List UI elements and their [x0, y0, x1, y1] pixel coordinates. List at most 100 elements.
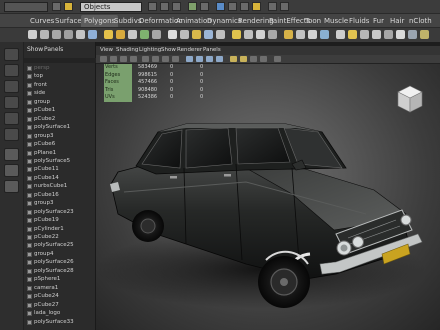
- outliner-item[interactable]: group3: [24, 132, 96, 140]
- outliner-item[interactable]: persp: [24, 64, 96, 72]
- mirror-geometry-icon[interactable]: [360, 30, 369, 39]
- poly-cylinder-icon[interactable]: [52, 30, 61, 39]
- outliner-item[interactable]: top: [24, 72, 96, 80]
- offset-edge-loop-icon[interactable]: [244, 30, 253, 39]
- high-quality-icon[interactable]: [274, 56, 281, 62]
- tab-fur[interactable]: Fur: [370, 15, 387, 27]
- outliner-item[interactable]: camera1: [24, 284, 96, 292]
- outliner-item[interactable]: pCube19: [24, 216, 96, 224]
- automatic-mapping-icon[interactable]: [308, 30, 317, 39]
- outliner-item[interactable]: polySurface1: [24, 123, 96, 131]
- snap-curve-icon[interactable]: [160, 2, 169, 11]
- bookmark-icon[interactable]: [120, 56, 127, 62]
- poly-sphere-icon[interactable]: [28, 30, 37, 39]
- smooth-shade-icon[interactable]: [196, 56, 203, 62]
- outliner-item[interactable]: pCube24: [24, 292, 96, 300]
- scale-tool-icon[interactable]: [4, 128, 19, 141]
- outliner-item[interactable]: pCube11: [24, 165, 96, 173]
- outliner-item[interactable]: pSphere1: [24, 275, 96, 283]
- poly-cube-icon[interactable]: [40, 30, 49, 39]
- menu-set-dropdown[interactable]: [4, 2, 48, 12]
- outliner-item[interactable]: polySurface5: [24, 157, 96, 165]
- open-scene-icon[interactable]: [64, 2, 73, 11]
- combine-icon[interactable]: [104, 30, 113, 39]
- select-tool-icon[interactable]: [4, 48, 19, 61]
- separate-icon[interactable]: [116, 30, 125, 39]
- poly-torus-icon[interactable]: [88, 30, 97, 39]
- soften-edge-icon[interactable]: [336, 30, 345, 39]
- outliner-item[interactable]: pCube16: [24, 191, 96, 199]
- poly-plane-icon[interactable]: [76, 30, 85, 39]
- extrude-icon[interactable]: [168, 30, 177, 39]
- render-settings-icon[interactable]: [252, 2, 261, 11]
- outliner-item[interactable]: pCube14: [24, 174, 96, 182]
- harden-edge-icon[interactable]: [348, 30, 357, 39]
- outliner-item[interactable]: group4: [24, 250, 96, 258]
- render-frame-icon[interactable]: [228, 2, 237, 11]
- extract-icon[interactable]: [128, 30, 137, 39]
- xray-icon[interactable]: [216, 56, 223, 62]
- bevel-icon[interactable]: [192, 30, 201, 39]
- persp-outliner-layout-icon[interactable]: [4, 180, 19, 193]
- triangulate-icon[interactable]: [372, 30, 381, 39]
- object-filter-field[interactable]: Objects: [80, 2, 142, 12]
- component-mode-icon[interactable]: [280, 2, 289, 11]
- tab-ncloth[interactable]: nCloth: [406, 15, 435, 27]
- wireframe-icon[interactable]: [186, 56, 193, 62]
- shadows-icon[interactable]: [240, 56, 247, 62]
- planar-mapping-icon[interactable]: [296, 30, 305, 39]
- texture-icon[interactable]: [250, 56, 257, 62]
- outliner-item[interactable]: polySurface25: [24, 241, 96, 249]
- four-view-layout-icon[interactable]: [4, 164, 19, 177]
- reduce-icon[interactable]: [152, 30, 161, 39]
- viewport-menu-lighting[interactable]: Lighting: [139, 46, 161, 55]
- paint-select-tool-icon[interactable]: [4, 80, 19, 93]
- render-view-icon[interactable]: [216, 2, 225, 11]
- viewport-menu-panels[interactable]: Panels: [203, 46, 221, 55]
- paint-tool-icon[interactable]: [420, 30, 429, 39]
- bridge-icon[interactable]: [180, 30, 189, 39]
- merge-icon[interactable]: [204, 30, 213, 39]
- viewport-menu-renderer[interactable]: Renderer: [177, 46, 202, 55]
- outliner-item[interactable]: side: [24, 89, 96, 97]
- single-view-layout-icon[interactable]: [4, 148, 19, 161]
- select-camera-icon[interactable]: [100, 56, 107, 62]
- tab-fluids[interactable]: Fluids: [346, 15, 372, 27]
- outliner-item[interactable]: pCube27: [24, 301, 96, 309]
- gate-mask-icon[interactable]: [172, 56, 179, 62]
- outliner-menu-panels[interactable]: Panels: [44, 46, 63, 53]
- outliner-item[interactable]: pPlane1: [24, 149, 96, 157]
- history-icon[interactable]: [188, 2, 197, 11]
- outliner-menu-show[interactable]: Show: [27, 46, 43, 53]
- new-scene-icon[interactable]: [52, 2, 61, 11]
- move-tool-icon[interactable]: [4, 96, 19, 109]
- outliner-item[interactable]: polySurface26: [24, 258, 96, 266]
- ipr-render-icon[interactable]: [240, 2, 249, 11]
- outliner-item[interactable]: front: [24, 81, 96, 89]
- outliner-item[interactable]: nurbsCube1: [24, 182, 96, 190]
- normals-icon[interactable]: [320, 30, 329, 39]
- outliner-item[interactable]: pCylinder1: [24, 225, 96, 233]
- poly-cone-icon[interactable]: [64, 30, 73, 39]
- outliner-item[interactable]: pCube1: [24, 106, 96, 114]
- append-polygon-icon[interactable]: [256, 30, 265, 39]
- insert-edge-loop-icon[interactable]: [232, 30, 241, 39]
- grid-toggle-icon[interactable]: [142, 56, 149, 62]
- outliner-item[interactable]: lada_logo: [24, 309, 96, 317]
- fill-hole-icon[interactable]: [268, 30, 277, 39]
- viewport-menu-shading[interactable]: Shading: [116, 46, 138, 55]
- snap-point-icon[interactable]: [172, 2, 181, 11]
- outliner-item[interactable]: pCube22: [24, 233, 96, 241]
- input-ops-icon[interactable]: [200, 2, 209, 11]
- rotate-tool-icon[interactable]: [4, 112, 19, 125]
- snap-grid-icon[interactable]: [148, 2, 157, 11]
- outliner-item[interactable]: polySurface28: [24, 267, 96, 275]
- isolate-select-icon[interactable]: [260, 56, 267, 62]
- view-cube-icon[interactable]: [396, 84, 424, 114]
- image-plane-icon[interactable]: [130, 56, 137, 62]
- viewport-menu-view[interactable]: View: [100, 46, 113, 55]
- tab-hair[interactable]: Hair: [387, 15, 407, 27]
- selection-mode-icon[interactable]: [268, 2, 277, 11]
- outliner-item[interactable]: polySurface23: [24, 208, 96, 216]
- smooth-icon[interactable]: [140, 30, 149, 39]
